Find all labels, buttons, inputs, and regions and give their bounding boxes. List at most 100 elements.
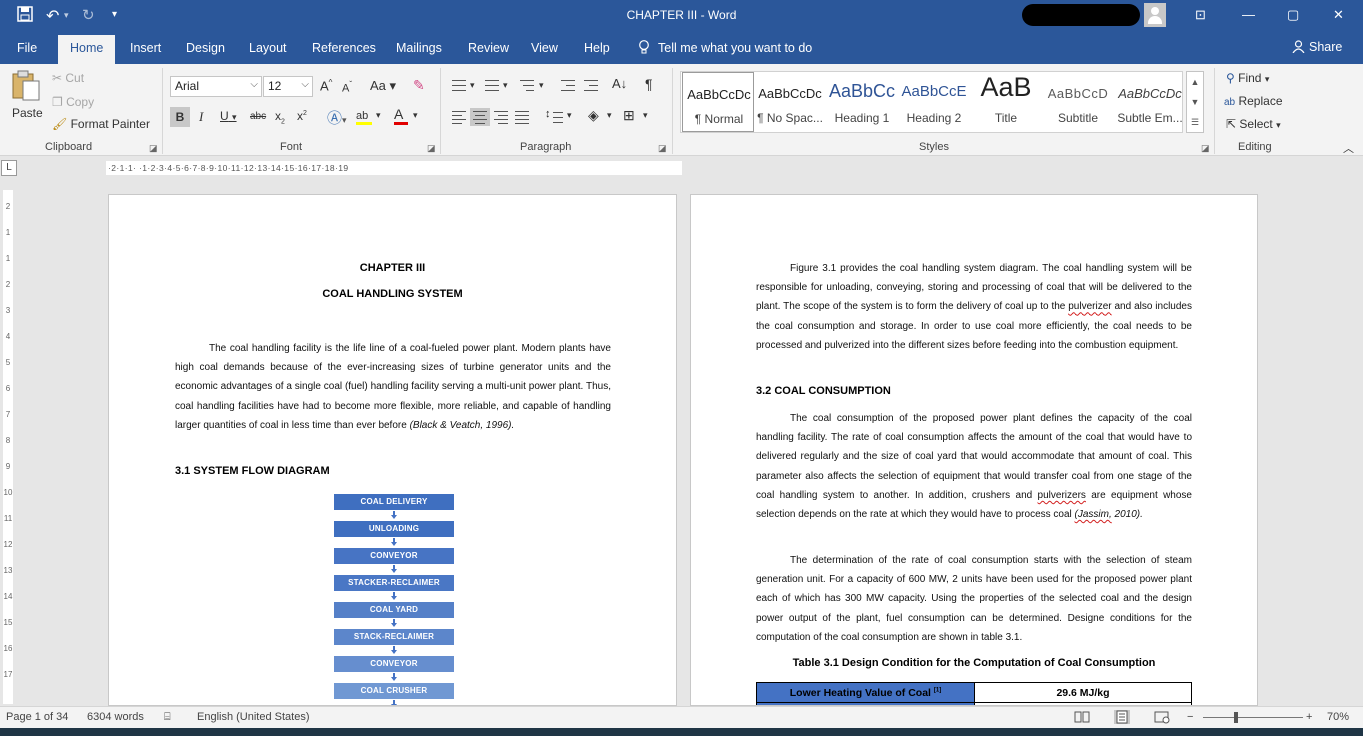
chevron-down-icon[interactable]: ▾ [503, 80, 508, 91]
cut-button[interactable]: ✂ Cut [52, 71, 84, 85]
tab-home[interactable]: Home [58, 35, 116, 64]
shading-icon[interactable]: ◈ [588, 107, 599, 124]
font-size-combo[interactable]: 12 ⌵ [263, 76, 313, 97]
paste-button[interactable]: Paste [6, 70, 46, 126]
tab-insert[interactable]: Insert [130, 41, 161, 55]
font-color-icon[interactable]: A [394, 106, 408, 125]
document-page-1[interactable]: CHAPTER III COAL HANDLING SYSTEM The coa… [108, 194, 677, 706]
style-subtitle[interactable]: AaBbCcD Subtitle [1042, 72, 1114, 132]
align-center-icon[interactable] [470, 108, 490, 126]
zoom-level[interactable]: 70% [1327, 711, 1349, 723]
tell-me-search[interactable]: Tell me what you want to do [638, 40, 812, 55]
style-heading-1[interactable]: AaBbCc Heading 1 [826, 72, 898, 132]
maximize-icon[interactable]: ▢ [1287, 7, 1299, 23]
zoom-out-button[interactable]: − [1187, 711, 1193, 723]
bullets-icon[interactable] [449, 77, 469, 95]
web-layout-icon[interactable] [1154, 710, 1170, 724]
styles-scroll[interactable]: ▲ ▼ ☰ [1186, 71, 1204, 133]
increase-indent-icon[interactable] [581, 77, 601, 95]
style-no-spacing[interactable]: AaBbCcDc ¶ No Spac... [754, 72, 826, 132]
numbering-icon[interactable] [482, 77, 502, 95]
document-page-2[interactable]: Figure 3.1 provides the coal handling sy… [690, 194, 1258, 706]
justify-icon[interactable] [512, 108, 532, 126]
find-button[interactable]: ⚲ Find ▾ [1226, 71, 1269, 85]
intro-text: The coal handling facility is the life l… [175, 343, 611, 431]
zoom-in-button[interactable]: + [1306, 711, 1312, 723]
style-normal[interactable]: AaBbCcDc ¶ Normal [682, 72, 754, 132]
style-subtle-emphasis[interactable]: AaBbCcDc Subtle Em... [1114, 72, 1186, 132]
horizontal-ruler[interactable]: ·2·1·1· ·1·2·3·4·5·6·7·8·9·10·11·12·13·1… [106, 161, 682, 175]
underline-button[interactable]: U ▾ [220, 109, 237, 123]
tab-references[interactable]: References [312, 41, 376, 55]
shrink-font-button[interactable]: Aˇ [342, 80, 352, 95]
chevron-down-icon[interactable]: ▼ [1187, 92, 1203, 112]
tab-view[interactable]: View [531, 41, 558, 55]
chevron-down-icon[interactable]: ▾ [607, 110, 612, 121]
style-title[interactable]: AaB Title [970, 72, 1042, 132]
tab-file[interactable]: File [17, 41, 37, 55]
superscript-button[interactable]: x2 [297, 109, 307, 123]
decrease-indent-icon[interactable] [558, 77, 578, 95]
grow-font-button[interactable]: A^ [320, 78, 332, 93]
ribbon-display-icon[interactable]: ⊡ [1195, 7, 1206, 23]
vertical-ruler[interactable]: 2 1 1 2 3 4 5 6 7 8 9 10 11 12 13 14 15 16 17 [0, 186, 16, 706]
table-cell-value: 29.6 MJ/kg [974, 682, 1192, 703]
language-indicator[interactable]: English (United States) [197, 711, 310, 723]
minimize-icon[interactable]: — [1242, 7, 1255, 22]
read-mode-icon[interactable] [1074, 710, 1090, 724]
avatar[interactable] [1144, 3, 1166, 27]
font-launcher-icon[interactable]: ◪ [427, 143, 436, 154]
word-count[interactable]: 6304 words [87, 711, 144, 723]
styles-launcher-icon[interactable]: ◪ [1201, 143, 1210, 154]
chevron-down-icon[interactable]: ▾ [567, 110, 572, 121]
style-name: Subtitle [1057, 111, 1099, 125]
ruler-mark: 2 [5, 280, 11, 289]
ribbon: Paste ✂ Cut ❐ Copy 🖌 Format Painter Clip… [0, 64, 1363, 156]
proofing-icon[interactable]: ⌸ [164, 711, 171, 724]
sort-icon[interactable]: A↓ [612, 76, 627, 91]
chevron-down-icon[interactable]: ▾ [643, 110, 648, 121]
borders-icon[interactable]: ⊞ [623, 107, 635, 124]
chevron-down-icon[interactable]: ▾ [413, 110, 418, 121]
bold-button[interactable]: B [170, 107, 190, 127]
highlight-color-icon[interactable]: ab [356, 108, 372, 125]
paragraph-launcher-icon[interactable]: ◪ [658, 143, 667, 154]
line-spacing-icon[interactable]: ↕ [545, 108, 565, 126]
page-count[interactable]: Page 1 of 34 [6, 711, 68, 723]
show-formatting-icon[interactable]: ¶ [645, 76, 653, 92]
change-case-button[interactable]: Aa ▾ [370, 78, 396, 94]
tab-review[interactable]: Review [468, 41, 509, 55]
tab-layout[interactable]: Layout [249, 41, 287, 55]
zoom-slider-track[interactable] [1203, 717, 1303, 718]
font-name-combo[interactable]: Arial ⌵ [170, 76, 262, 97]
chevron-down-icon[interactable]: ▾ [539, 80, 544, 91]
multilevel-list-icon[interactable] [517, 77, 537, 95]
tab-design[interactable]: Design [186, 41, 225, 55]
tab-mailings[interactable]: Mailings [396, 41, 442, 55]
collapse-ribbon-icon[interactable]: ︿ [1343, 140, 1354, 156]
clipboard-launcher-icon[interactable]: ◪ [149, 143, 158, 154]
copy-button[interactable]: ❐ Copy [52, 95, 94, 109]
strikethrough-button[interactable]: abc [250, 111, 266, 122]
more-styles-icon[interactable]: ☰ [1187, 112, 1203, 132]
italic-button[interactable]: I [199, 109, 203, 125]
select-button[interactable]: ⇱ Select ▾ [1226, 117, 1281, 131]
close-icon[interactable]: ✕ [1333, 7, 1344, 23]
chevron-down-icon[interactable]: ▾ [470, 80, 475, 91]
subscript-button[interactable]: x2 [275, 109, 285, 125]
share-button[interactable]: Share [1292, 40, 1342, 54]
align-right-icon[interactable] [491, 108, 511, 126]
replace-button[interactable]: ab Replace [1224, 94, 1283, 108]
tab-selector-icon[interactable]: L [1, 160, 17, 176]
print-layout-icon[interactable] [1114, 710, 1130, 724]
clear-formatting-icon[interactable]: ✎ [413, 77, 425, 94]
tab-help[interactable]: Help [584, 41, 610, 55]
chevron-down-icon[interactable]: ▾ [376, 110, 381, 121]
format-painter-button[interactable]: 🖌 Format Painter [52, 117, 150, 131]
zoom-slider-handle[interactable] [1234, 712, 1238, 723]
chevron-up-icon[interactable]: ▲ [1187, 72, 1203, 92]
style-heading-2[interactable]: AaBbCcE Heading 2 [898, 72, 970, 132]
align-left-icon[interactable] [449, 108, 469, 126]
text-effects-icon[interactable]: Ⓐ▾ [327, 107, 347, 128]
style-preview: AaBbCcE [901, 83, 967, 100]
